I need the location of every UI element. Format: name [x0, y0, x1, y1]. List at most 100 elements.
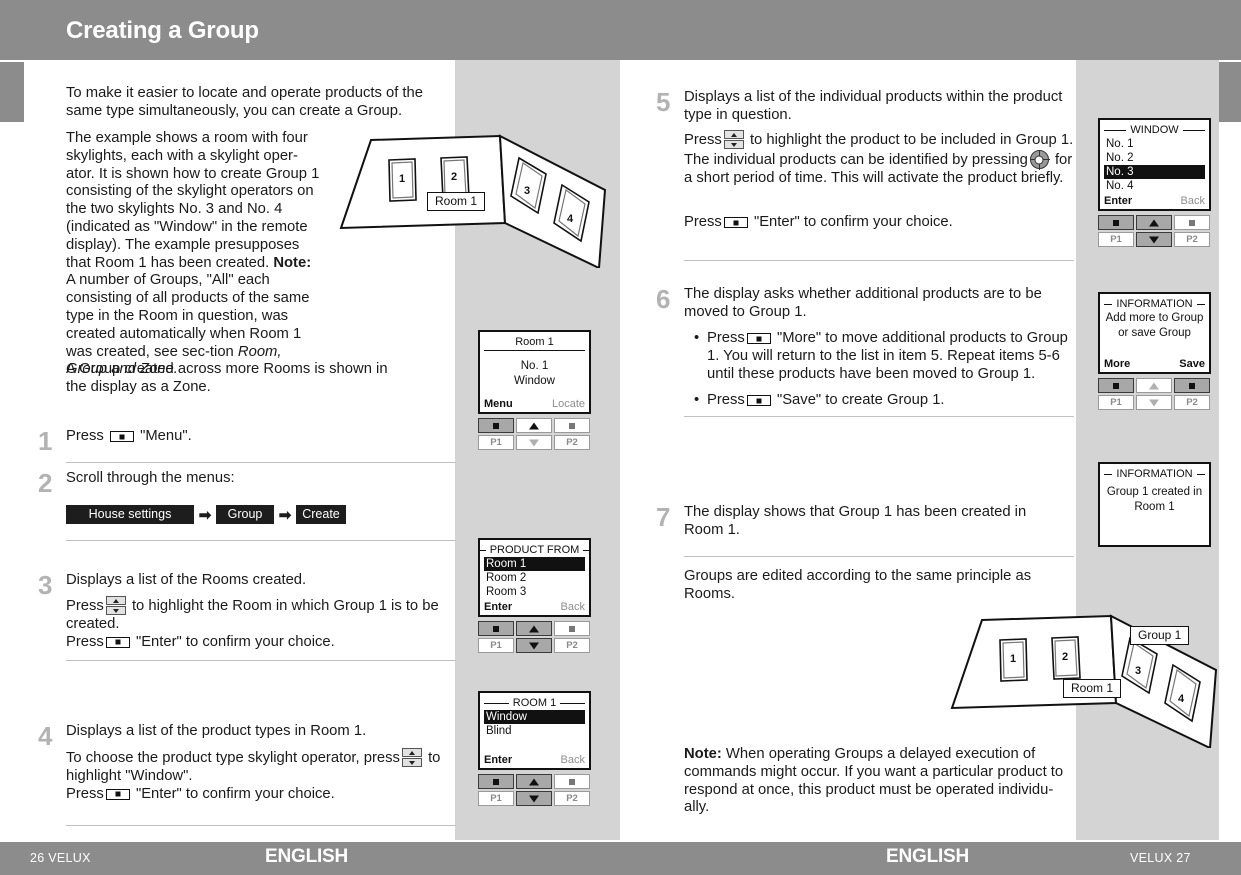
select-button[interactable] — [478, 418, 514, 434]
down-button[interactable] — [1136, 232, 1172, 247]
intro-note-label: Note: — [273, 254, 312, 271]
remote-display-3: ROOM 1 Window Blind Enter Back P1 P2 — [478, 691, 591, 806]
menu-path-breadcrumb: House settings ➡ Group ➡ Create — [66, 505, 346, 524]
dpad-key-icon[interactable] — [1029, 150, 1050, 170]
list-item-window[interactable]: Window — [484, 710, 585, 724]
list-item-no-3[interactable]: No. 3 — [1104, 165, 1205, 179]
menu-chip-create[interactable]: Create — [296, 505, 346, 524]
list-item-blind[interactable]: Blind — [484, 724, 585, 738]
select-button[interactable] — [478, 621, 514, 636]
step-6-bullet-1-text: Press "More" to move additional products… — [707, 330, 1076, 383]
p1-button[interactable]: P1 — [478, 791, 514, 806]
list-item-no-4[interactable]: No. 4 — [1104, 179, 1205, 193]
remote-display-5: INFORMATION Add more to Group or save Gr… — [1098, 292, 1211, 410]
p2-button[interactable]: P2 — [1174, 232, 1210, 247]
step-7-line-1: The display shows that Group 1 has been … — [684, 504, 1027, 538]
svg-text:3: 3 — [524, 185, 530, 197]
step-5-line3-text: "Enter" to confirm your choice. — [749, 214, 953, 230]
svg-text:1: 1 — [1010, 653, 1016, 665]
step-5-press-label: Press — [684, 132, 722, 148]
more-button[interactable] — [1098, 378, 1134, 393]
down-button[interactable] — [516, 435, 552, 451]
remote-display-2: PRODUCT FROM Room 1 Room 2 Room 3 Enter … — [478, 538, 591, 653]
softkey-label-back: Back — [1180, 195, 1205, 207]
p1-button[interactable]: P1 — [1098, 395, 1134, 410]
stop-button[interactable] — [554, 621, 590, 636]
list-item-room-2[interactable]: Room 2 — [484, 571, 585, 585]
p2-button[interactable]: P2 — [554, 435, 590, 451]
list-item-room-1[interactable]: Room 1 — [484, 557, 585, 571]
footer-page-number-left: 26 VELUX — [30, 851, 91, 865]
menu-chip-group[interactable]: Group — [216, 505, 274, 524]
step-7-divider — [684, 556, 1074, 557]
stop-button[interactable] — [554, 774, 590, 789]
softkey-label-back: Back — [560, 601, 585, 613]
list-item-no-2[interactable]: No. 2 — [1104, 151, 1205, 165]
remote-screen-4: WINDOW No. 1 No. 2 No. 3 No. 4 Enter Bac… — [1098, 118, 1211, 211]
bullet-icon: • — [694, 392, 700, 408]
remote-screen-3: ROOM 1 Window Blind Enter Back — [478, 691, 591, 770]
down-button[interactable] — [1136, 395, 1172, 410]
p1-button[interactable]: P1 — [478, 638, 514, 653]
step-number-5: 5 — [656, 87, 671, 117]
enter-key-icon[interactable] — [105, 636, 130, 648]
enter-key-icon[interactable] — [746, 395, 771, 406]
up-button[interactable] — [1136, 215, 1172, 230]
svg-text:1: 1 — [399, 173, 405, 185]
up-button[interactable] — [1136, 378, 1172, 393]
step-number-3: 3 — [38, 570, 53, 600]
step-1-quoted: "Menu". — [140, 428, 192, 444]
p1-button[interactable]: P1 — [1098, 232, 1134, 247]
menu-chip-house-settings[interactable]: House settings — [66, 505, 194, 524]
list-item-no-1[interactable]: No. 1 — [1104, 137, 1205, 151]
up-down-key-icon[interactable] — [401, 748, 422, 768]
step-1-press-label: Press — [66, 428, 104, 444]
down-button[interactable] — [516, 791, 552, 806]
select-button[interactable] — [478, 774, 514, 789]
up-down-key-icon[interactable] — [723, 130, 744, 150]
svg-text:4: 4 — [1178, 693, 1185, 705]
enter-key-icon[interactable] — [746, 333, 771, 344]
screen-footer-2: Enter Back — [484, 601, 585, 613]
enter-key-icon[interactable] — [105, 788, 130, 800]
footer-language-right: ENGLISH — [886, 846, 970, 867]
select-button[interactable] — [1098, 215, 1134, 230]
list-item-room-3[interactable]: Room 3 — [484, 585, 585, 599]
remote-button-row-top-5 — [1098, 378, 1211, 393]
page-title: Creating a Group — [66, 17, 259, 44]
down-button[interactable] — [516, 638, 552, 653]
screen-title-3: ROOM 1 — [484, 696, 585, 710]
softkey-label-more: More — [1104, 358, 1131, 370]
screen-title-5-text: INFORMATION — [1116, 298, 1193, 310]
up-down-key-icon[interactable] — [105, 596, 126, 616]
p1-button[interactable]: P1 — [478, 435, 514, 451]
svg-text:2: 2 — [1062, 651, 1068, 663]
index-tab-left — [0, 62, 24, 122]
p2-button[interactable]: P2 — [554, 638, 590, 653]
bullet-icon: • — [694, 330, 700, 346]
remote-button-row-top-1 — [478, 418, 591, 434]
remote-button-row-bottom-5: P1 P2 — [1098, 395, 1211, 410]
stop-button[interactable] — [1174, 215, 1210, 230]
up-button[interactable] — [516, 774, 552, 789]
save-button[interactable] — [1174, 378, 1210, 393]
p2-button[interactable]: P2 — [554, 791, 590, 806]
stop-button[interactable] — [554, 418, 590, 434]
closing-note: Note: When operating Groups a delayed ex… — [684, 746, 1074, 817]
step-4-press-label: To choose the product type skylight oper… — [66, 750, 400, 766]
step-3-body: Press to highlight the Room in which Gro… — [66, 596, 452, 652]
arrow-right-icon-2: ➡ — [278, 506, 292, 524]
remote-screen-2: PRODUCT FROM Room 1 Room 2 Room 3 Enter … — [478, 538, 591, 617]
screen-title-1: Room 1 — [515, 336, 554, 348]
step-number-6: 6 — [656, 284, 671, 314]
up-button[interactable] — [516, 418, 552, 434]
remote-button-row-bottom-1: P1 P2 — [478, 435, 591, 451]
p2-button[interactable]: P2 — [1174, 395, 1210, 410]
softkey-label-enter: Enter — [484, 601, 513, 613]
enter-key-icon[interactable] — [723, 217, 748, 228]
enter-key-icon[interactable] — [109, 431, 134, 442]
screen-center-line-1: Add more to Group — [1105, 312, 1204, 324]
footer-language-left: ENGLISH — [265, 846, 349, 867]
step-number-1: 1 — [38, 426, 53, 456]
up-button[interactable] — [516, 621, 552, 636]
